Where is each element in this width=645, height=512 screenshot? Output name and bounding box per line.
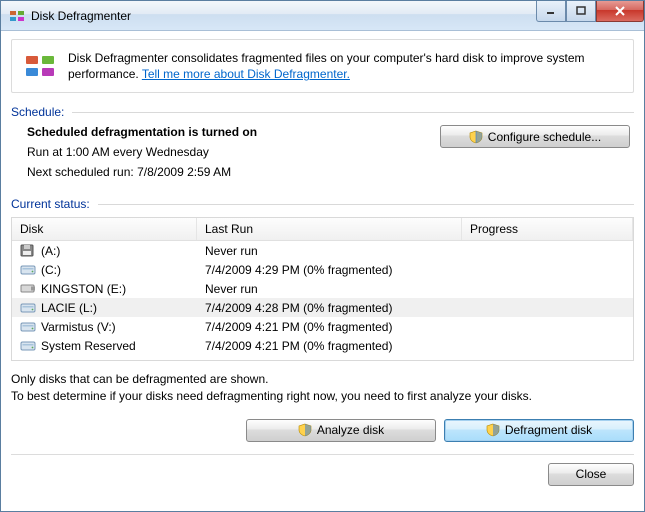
analyze-disk-button[interactable]: Analyze disk	[246, 419, 436, 442]
column-lastrun[interactable]: Last Run	[197, 218, 462, 240]
disk-defragmenter-window: Disk Defragmenter	[0, 0, 645, 512]
disk-lastrun: 7/4/2009 4:21 PM (0% fragmented)	[197, 339, 462, 353]
disk-lastrun: Never run	[197, 244, 462, 258]
defragment-disk-label: Defragment disk	[505, 423, 592, 437]
minimize-button[interactable]	[536, 1, 566, 22]
footer-note-2: To best determine if your disks need def…	[11, 388, 634, 405]
shield-icon	[298, 423, 312, 437]
schedule-runat: Run at 1:00 AM every Wednesday	[27, 145, 428, 159]
disk-name: (C:)	[41, 263, 61, 277]
drive-icon	[20, 282, 36, 295]
drive-icon	[20, 263, 36, 276]
disk-name: System Reserved	[41, 339, 136, 353]
disk-name: (A:)	[41, 244, 60, 258]
defragment-disk-button[interactable]: Defragment disk	[444, 419, 634, 442]
disk-list-header[interactable]: Disk Last Run Progress	[12, 218, 633, 241]
info-panel: Disk Defragmenter consolidates fragmente…	[11, 39, 634, 93]
close-window-button[interactable]	[596, 1, 644, 22]
titlebar[interactable]: Disk Defragmenter	[1, 1, 644, 31]
table-row[interactable]: LACIE (L:) 7/4/2009 4:28 PM (0% fragmente…	[12, 298, 633, 317]
drive-icon	[20, 320, 36, 333]
app-icon	[9, 8, 25, 24]
column-progress[interactable]: Progress	[462, 218, 633, 240]
configure-schedule-label: Configure schedule...	[488, 130, 601, 144]
shield-icon	[486, 423, 500, 437]
table-row[interactable]: Varmistus (V:) 7/4/2009 4:21 PM (0% fragm…	[12, 317, 633, 336]
schedule-header: Schedule:	[11, 105, 634, 119]
analyze-disk-label: Analyze disk	[317, 423, 384, 437]
column-disk[interactable]: Disk	[12, 218, 197, 240]
table-row[interactable]: (C:) 7/4/2009 4:29 PM (0% fragmented)	[12, 260, 633, 279]
disk-name: LACIE (L:)	[41, 301, 97, 315]
status-label: Current status:	[11, 197, 90, 211]
close-button[interactable]: Close	[548, 463, 634, 486]
drive-icon	[20, 301, 36, 314]
schedule-nextrun: Next scheduled run: 7/8/2009 2:59 AM	[27, 165, 428, 179]
shield-icon	[469, 130, 483, 144]
drive-icon	[20, 339, 36, 352]
footer-note-1: Only disks that can be defragmented are …	[11, 371, 634, 388]
disk-lastrun: 7/4/2009 4:21 PM (0% fragmented)	[197, 320, 462, 334]
configure-schedule-button[interactable]: Configure schedule...	[440, 125, 630, 148]
status-header: Current status:	[11, 197, 634, 211]
disk-lastrun: 7/4/2009 4:29 PM (0% fragmented)	[197, 263, 462, 277]
defrag-icon	[24, 50, 56, 82]
disk-lastrun: 7/4/2009 4:28 PM (0% fragmented)	[197, 301, 462, 315]
disk-name: KINGSTON (E:)	[41, 282, 126, 296]
window-title: Disk Defragmenter	[31, 9, 131, 23]
disk-list[interactable]: Disk Last Run Progress (A:) Never run (C:)…	[11, 217, 634, 361]
maximize-button[interactable]	[566, 1, 596, 22]
drive-icon	[20, 244, 36, 257]
disk-name: Varmistus (V:)	[41, 320, 116, 334]
table-row[interactable]: (A:) Never run	[12, 241, 633, 260]
schedule-status: Scheduled defragmentation is turned on	[27, 125, 428, 139]
learn-more-link[interactable]: Tell me more about Disk Defragmenter.	[142, 67, 350, 81]
table-row[interactable]: KINGSTON (E:) Never run	[12, 279, 633, 298]
disk-lastrun: Never run	[197, 282, 462, 296]
schedule-label: Schedule:	[11, 105, 64, 119]
table-row[interactable]: System Reserved 7/4/2009 4:21 PM (0% frag…	[12, 336, 633, 355]
